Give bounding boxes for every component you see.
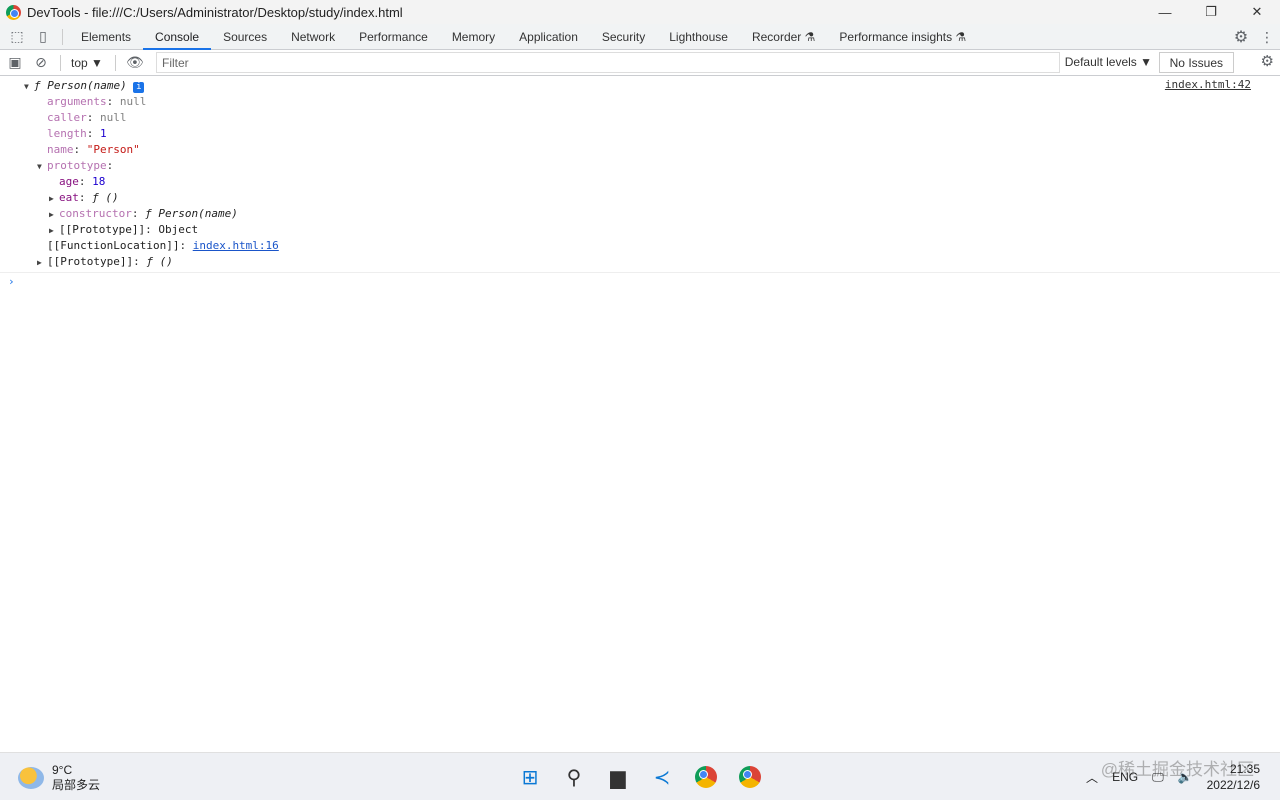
network-icon[interactable]: 🖵: [1152, 770, 1164, 785]
language-indicator[interactable]: ENG: [1112, 770, 1138, 784]
property-row-prototype[interactable]: ▼ prototype:: [0, 158, 1280, 174]
chrome-icon[interactable]: [734, 761, 766, 793]
tab-network[interactable]: Network: [279, 24, 347, 50]
tab-security[interactable]: Security: [590, 24, 657, 50]
property-row: arguments: null: [47, 95, 147, 108]
devtools-tabbar: ⬚ ▯ Elements Console Sources Network Perform…: [0, 24, 1280, 50]
clear-console-icon[interactable]: ⊘: [28, 50, 54, 76]
property-row-prototype-inner[interactable]: ▶ [[Prototype]]: Object: [0, 222, 1280, 238]
collapsed-triangle-icon[interactable]: ▶: [49, 207, 59, 223]
collapsed-triangle-icon[interactable]: ▶: [49, 191, 59, 207]
title-bar: DevTools - file:///C:/Users/Administrato…: [0, 0, 1280, 24]
expanded-triangle-icon[interactable]: ▼: [24, 79, 34, 95]
weather-widget[interactable]: 9°C 局部多云: [18, 763, 100, 793]
property-row: name: "Person": [47, 143, 140, 156]
chrome-icon: [6, 4, 21, 20]
tab-application[interactable]: Application: [507, 24, 590, 50]
info-icon[interactable]: i: [133, 82, 145, 93]
restore-button[interactable]: ❐: [1188, 0, 1234, 24]
device-toolbar-icon[interactable]: ▯: [30, 24, 56, 50]
tab-performance[interactable]: Performance: [347, 24, 440, 50]
property-row-eat[interactable]: ▶ eat: ƒ (): [0, 190, 1280, 206]
log-levels-dropdown[interactable]: Default levels ▼: [1065, 55, 1152, 69]
property-row-constructor[interactable]: ▶ constructor: ƒ Person(name): [0, 206, 1280, 222]
collapsed-triangle-icon[interactable]: ▶: [49, 223, 59, 239]
tab-memory[interactable]: Memory: [440, 24, 507, 50]
tab-lighthouse[interactable]: Lighthouse: [657, 24, 740, 50]
divider: [62, 28, 63, 45]
context-selector[interactable]: top ▼: [71, 56, 103, 70]
tab-recorder[interactable]: Recorder ⚗: [740, 24, 827, 50]
sidebar-toggle-icon[interactable]: ▣: [2, 50, 28, 76]
live-expression-eye-icon[interactable]: 👁: [122, 50, 148, 76]
tab-console[interactable]: Console: [143, 24, 212, 50]
volume-icon[interactable]: 🔈: [1178, 770, 1193, 784]
chevron-up-icon[interactable]: ︿: [1086, 769, 1098, 786]
property-row: [[FunctionLocation]]: index.html:16: [47, 239, 279, 252]
search-icon[interactable]: ⚲: [558, 761, 590, 793]
function-location-link[interactable]: index.html:16: [193, 239, 279, 252]
windows-start-icon[interactable]: ⊞: [514, 761, 546, 793]
tab-elements[interactable]: Elements: [69, 24, 143, 50]
property-row: length: 1: [47, 127, 107, 140]
window-title: DevTools - file:///C:/Users/Administrato…: [27, 4, 403, 20]
console-message: index.html:42 ▼ ƒ Person(name) i argument…: [0, 76, 1280, 273]
console-settings-gear-icon[interactable]: ⚙: [1261, 52, 1274, 70]
object-header[interactable]: ▼ ƒ Person(name) i: [0, 78, 1280, 94]
property-row-prototype-outer[interactable]: ▶ [[Prototype]]: ƒ (): [0, 254, 1280, 270]
property-row: age: 18: [59, 175, 106, 188]
divider: [60, 54, 61, 71]
settings-gear-icon[interactable]: ⚙: [1228, 24, 1254, 50]
collapsed-triangle-icon[interactable]: ▶: [37, 255, 47, 271]
console-toolbar: ▣ ⊘ top ▼ 👁 Filter Default levels ▼ No I…: [0, 50, 1280, 76]
chrome-icon[interactable]: [690, 761, 722, 793]
taskbar: 9°C 局部多云 ⊞ ⚲ ▆ ≺ @稀土掘金技术社区 ︿ ENG 🖵 🔈 21:3…: [0, 752, 1280, 800]
property-row: caller: null: [47, 111, 127, 124]
minimize-button[interactable]: —: [1142, 0, 1188, 24]
vscode-icon[interactable]: ≺: [646, 761, 678, 793]
close-button[interactable]: ✕: [1234, 0, 1280, 24]
issues-button[interactable]: No Issues: [1158, 52, 1234, 73]
filter-input[interactable]: Filter: [156, 52, 1060, 73]
tab-performance-insights[interactable]: Performance insights ⚗: [827, 24, 978, 50]
console-prompt[interactable]: ›: [0, 273, 1280, 291]
inspect-element-icon[interactable]: ⬚: [4, 24, 30, 50]
clock[interactable]: 21:35 2022/12/6: [1207, 761, 1260, 793]
partly-cloudy-icon: [18, 767, 44, 789]
more-options-icon[interactable]: ⋮: [1254, 24, 1280, 50]
console-output: index.html:42 ▼ ƒ Person(name) i argument…: [0, 76, 1280, 291]
file-explorer-icon[interactable]: ▆: [602, 761, 634, 793]
tab-sources[interactable]: Sources: [211, 24, 279, 50]
divider: [114, 54, 116, 71]
source-link[interactable]: index.html:42: [1165, 78, 1251, 91]
expanded-triangle-icon[interactable]: ▼: [37, 159, 47, 175]
